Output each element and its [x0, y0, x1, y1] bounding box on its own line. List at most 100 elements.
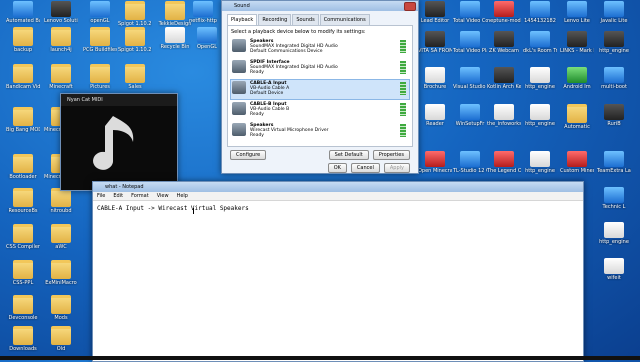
desktop-icon[interactable]: http_engine: [523, 104, 557, 138]
tab-playback[interactable]: Playback: [227, 14, 258, 25]
desktop-icon[interactable]: Lead Editor: [418, 1, 452, 35]
desktop-icon[interactable]: VITA SA FROM IVR: [418, 31, 452, 65]
desktop-icon[interactable]: RuriB: [597, 104, 631, 138]
desktop-icon[interactable]: Big Bang MOD: [6, 107, 40, 141]
sound-titlebar[interactable]: Sound: [222, 1, 418, 11]
configure-button[interactable]: Configure: [230, 150, 267, 160]
desktop-icon-label: Devconsole: [8, 315, 38, 321]
desktop-icon[interactable]: TL-Studio 12 Code: [453, 151, 487, 185]
desktop-icon[interactable]: TeamExtra Launcher: [597, 151, 631, 185]
playback-device-row[interactable]: CABLE-B Input VB-Audio Cable B Ready: [231, 101, 409, 120]
desktop-icon[interactable]: aWC: [44, 224, 78, 258]
playback-device-row[interactable]: Speakers Wirecast Virtual Microphone Driv…: [231, 122, 409, 141]
ok-button[interactable]: OK: [327, 163, 347, 173]
desktop-icon[interactable]: Brochure: [418, 67, 452, 101]
desktop-icon[interactable]: ExMiniMacro: [44, 260, 78, 294]
notepad-text-area[interactable]: CABLE-A Input -> Wirecast Virtual Speake…: [93, 201, 583, 216]
desktop-icon[interactable]: Technic L: [597, 187, 631, 221]
desktop-icon[interactable]: 1454132182: [523, 1, 557, 35]
desktop-icon[interactable]: Spigot 1.10.2 Server: [118, 27, 152, 61]
desktop-icon[interactable]: LINKS - Mark E: [560, 31, 594, 65]
desktop-icon[interactable]: Total Video Converter: [453, 1, 487, 35]
notepad-titlebar[interactable]: what - Notepad: [93, 182, 583, 192]
nyan-cat-titlebar[interactable]: Nyan Cat MIDI: [61, 94, 177, 106]
desktop-icon-label: launch4j: [50, 47, 72, 53]
properties-button[interactable]: Properties: [372, 150, 410, 160]
close-icon[interactable]: [404, 2, 416, 11]
folder-icon: [13, 154, 33, 173]
app-icon: [90, 1, 110, 17]
device-status: Ready: [250, 112, 264, 117]
cancel-button[interactable]: Cancel: [350, 163, 380, 173]
desktop-icon[interactable]: http_engine: [523, 67, 557, 101]
desktop-icon[interactable]: http_engine: [597, 222, 631, 256]
desktop-icon[interactable]: CSS Compiler: [6, 224, 40, 258]
desktop-icon-label: ZK Webcam: [489, 48, 519, 54]
desktop-icon[interactable]: Old: [44, 326, 78, 360]
tab-sounds[interactable]: Sounds: [292, 14, 319, 25]
desktop-icon[interactable]: PCG Buildfiles: [83, 27, 117, 61]
device-status: Default Communications Device: [250, 49, 323, 54]
tab-communications[interactable]: Communications: [319, 14, 370, 25]
desktop-icon[interactable]: nitroubd: [44, 188, 78, 222]
desktop-icon-label: aWC: [55, 244, 67, 250]
desktop-icon[interactable]: Visual Studio 2015: [453, 67, 487, 101]
app-icon: [530, 67, 550, 83]
nyan-cat-window[interactable]: Nyan Cat MIDI: [60, 93, 178, 191]
playback-device-row[interactable]: Speakers SoundMAX Integrated Digital HD A…: [231, 38, 409, 57]
desktop-icon[interactable]: Custom Minecraft: [560, 151, 594, 185]
playback-device-row[interactable]: CABLE-A Input VB-Audio Cable A Default Dev…: [230, 79, 410, 100]
desktop-icon[interactable]: Javalic Lite: [597, 1, 631, 35]
desktop-icon[interactable]: dkL's Room Transitions: [523, 31, 557, 65]
desktop-icon[interactable]: Bandicam Videos: [6, 64, 40, 98]
menu-format[interactable]: Format: [131, 192, 149, 200]
desktop-icon[interactable]: the_infoworks: [487, 104, 521, 138]
desktop-icon[interactable]: ZK Webcam: [487, 31, 521, 65]
desktop-icon[interactable]: Kotlin Arch Keyboard: [487, 67, 521, 101]
desktop-icon[interactable]: The Legend Of Zelda: [487, 151, 521, 185]
desktop-icon[interactable]: Automatic: [560, 104, 594, 138]
desktop-icon[interactable]: Open Minecraft: [418, 151, 452, 185]
menu-view[interactable]: View: [157, 192, 169, 200]
taskbar[interactable]: [0, 356, 640, 360]
notepad-window[interactable]: what - Notepad File Edit Format View Hel…: [92, 181, 584, 362]
menu-edit[interactable]: Edit: [113, 192, 123, 200]
desktop-icon[interactable]: ResourceBs: [6, 188, 40, 222]
level-meter: [400, 61, 406, 74]
desktop-icon[interactable]: http_engine: [523, 151, 557, 185]
app-icon: [604, 31, 624, 47]
folder-icon: [51, 64, 71, 83]
desktop-icon-label: Spigot 1.10.2 Server: [118, 47, 152, 53]
desktop-icon[interactable]: Total Video Player: [453, 31, 487, 65]
desktop-icon-label: neptune-mods: [487, 18, 521, 24]
desktop-icon-label: wifeit: [607, 275, 621, 281]
desktop-icon[interactable]: Lenvo Lite: [560, 1, 594, 35]
desktop-icon[interactable]: wifeit: [597, 258, 631, 292]
playback-device-row[interactable]: SPDIF Interface SoundMAX Integrated Digit…: [231, 59, 409, 78]
level-meter: [400, 40, 406, 53]
desktop-icon[interactable]: neptune-mods: [487, 1, 521, 35]
menu-file[interactable]: File: [97, 192, 105, 200]
desktop-icon[interactable]: multi-boot: [597, 67, 631, 101]
desktop-icon[interactable]: backup: [6, 27, 40, 61]
device-status: Default Device: [250, 91, 284, 96]
desktop-icon[interactable]: Android Im: [560, 67, 594, 101]
desktop-icon[interactable]: Bootloader: [6, 154, 40, 188]
desktop-icon[interactable]: WinSetupFr: [453, 104, 487, 138]
desktop-icon[interactable]: Devconsole: [6, 295, 40, 329]
desktop-icon[interactable]: Recycle Bin: [158, 27, 192, 61]
set-default-button[interactable]: Set Default: [328, 150, 369, 160]
desktop-icon[interactable]: http_engine: [597, 31, 631, 65]
desktop-icon[interactable]: OpenGL: [190, 27, 224, 61]
desktop-icon[interactable]: Reader: [418, 104, 452, 138]
apply-button[interactable]: Apply: [383, 163, 410, 173]
desktop-icon[interactable]: Downloads: [6, 326, 40, 360]
desktop-icon[interactable]: Mods: [44, 295, 78, 329]
desktop-icon[interactable]: launch4j: [44, 27, 78, 61]
sound-dialog[interactable]: Sound Playback Recording Sounds Communic…: [221, 0, 419, 174]
desktop-icon-label: Total Video Player: [453, 48, 487, 54]
tab-recording[interactable]: Recording: [258, 14, 292, 25]
desktop-icon[interactable]: CSS-PPL: [6, 260, 40, 294]
menu-help[interactable]: Help: [177, 192, 188, 200]
folder-icon: [125, 27, 145, 46]
